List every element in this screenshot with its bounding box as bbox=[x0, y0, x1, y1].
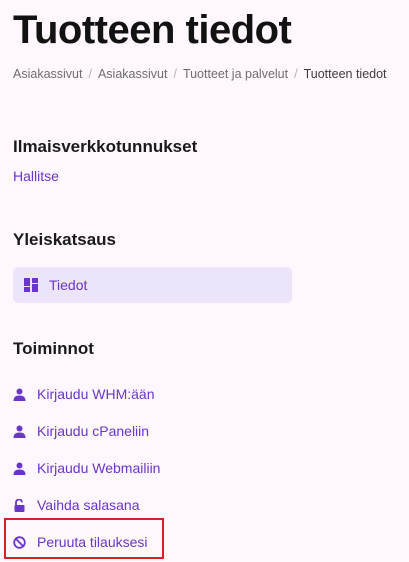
login-webmail-action[interactable]: Kirjaudu Webmailiin bbox=[13, 458, 160, 478]
page-title: Tuotteen tiedot bbox=[13, 8, 292, 52]
action-label: Kirjaudu WHM:ään bbox=[37, 386, 155, 402]
breadcrumb-separator: / bbox=[173, 67, 177, 81]
breadcrumb-separator: / bbox=[294, 67, 298, 81]
overview-heading: Yleiskatsaus bbox=[13, 230, 117, 249]
login-cpanel-action[interactable]: Kirjaudu cPaneliin bbox=[13, 421, 149, 441]
breadcrumb-separator: / bbox=[88, 67, 92, 81]
change-password-action[interactable]: Vaihda salasana bbox=[13, 495, 139, 515]
breadcrumb-item[interactable]: Tuotteet ja palvelut bbox=[183, 67, 288, 81]
action-label: Kirjaudu Webmailiin bbox=[37, 460, 161, 476]
breadcrumb-item[interactable]: Asiakassivut bbox=[13, 67, 82, 81]
action-label: Vaihda salasana bbox=[37, 497, 140, 513]
manage-link[interactable]: Hallitse bbox=[13, 168, 59, 184]
breadcrumb: Asiakassivut / Asiakassivut / Tuotteet j… bbox=[13, 67, 387, 81]
highlight-box bbox=[4, 518, 164, 559]
overview-details-label: Tiedot bbox=[49, 277, 88, 293]
user-icon bbox=[13, 388, 26, 401]
user-icon bbox=[13, 425, 26, 438]
actions-heading: Toiminnot bbox=[13, 339, 94, 358]
unlock-icon bbox=[14, 498, 25, 512]
nameservers-heading: Ilmaisverkkotunnukset bbox=[13, 137, 198, 156]
user-icon bbox=[13, 462, 26, 475]
breadcrumb-current: Tuotteen tiedot bbox=[303, 67, 387, 81]
overview-details-item[interactable]: Tiedot bbox=[13, 267, 292, 303]
login-whm-action[interactable]: Kirjaudu WHM:ään bbox=[13, 384, 155, 404]
action-label: Kirjaudu cPaneliin bbox=[37, 423, 150, 439]
dashboard-icon bbox=[24, 278, 38, 292]
breadcrumb-item[interactable]: Asiakassivut bbox=[98, 67, 167, 81]
page: Tuotteen tiedot Asiakassivut / Asiakassi… bbox=[0, 0, 409, 562]
